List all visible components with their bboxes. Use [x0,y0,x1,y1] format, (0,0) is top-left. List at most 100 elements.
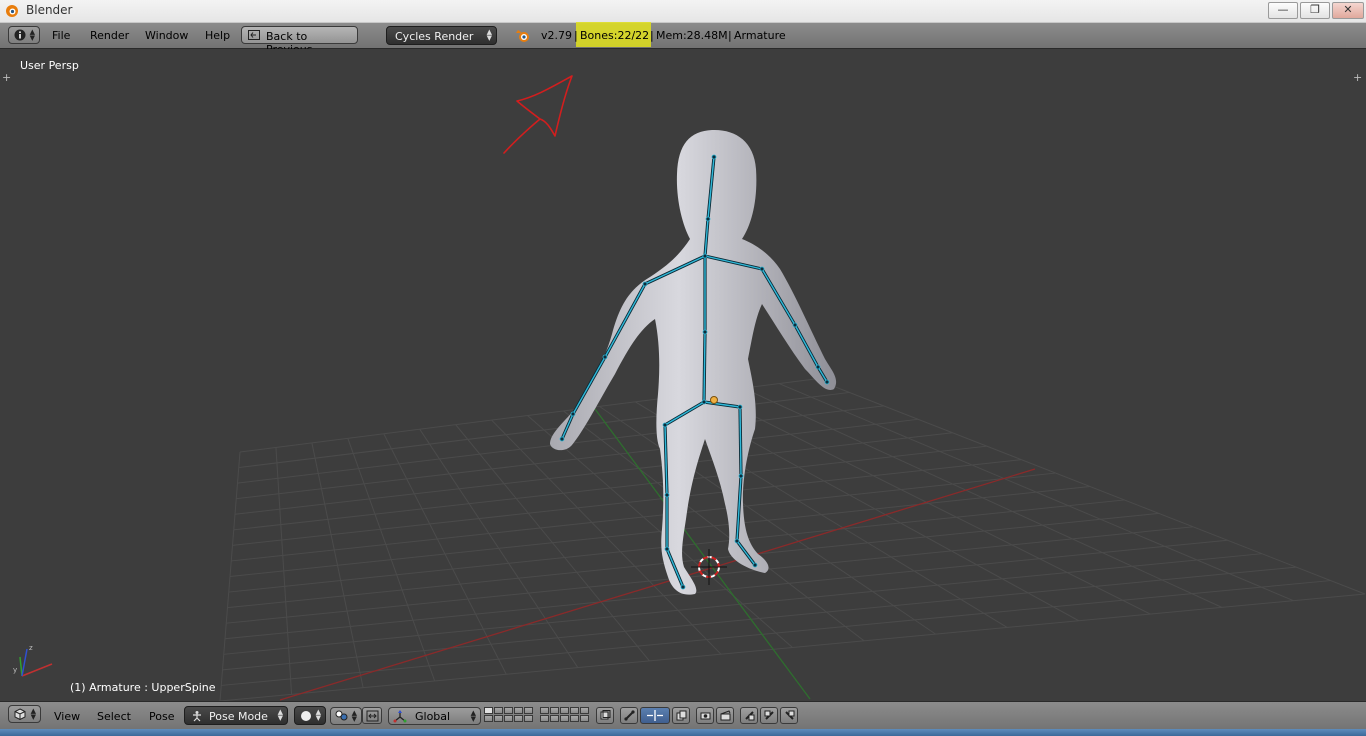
bone-joint[interactable] [559,436,565,442]
menu-render[interactable]: Render [90,29,129,42]
layer-buttons-1[interactable] [484,707,534,724]
bone-joint[interactable] [662,422,668,428]
bone[interactable] [703,331,706,403]
render-engine-select[interactable]: Cycles Render ▲ ▼ [386,26,497,45]
os-taskbar [0,729,1366,736]
viewport-canvas[interactable]: z y [0,49,1366,701]
manipulator-toggle-button[interactable] [362,707,382,724]
character-mesh[interactable] [550,129,837,595]
opengl-render-animation-button[interactable] [716,707,734,724]
layer-button[interactable] [504,707,513,714]
lock-camera-layers-button[interactable] [596,707,614,724]
chevron-updown-icon: ▲ ▼ [486,28,492,42]
grid-line [222,566,1297,671]
menu-file[interactable]: File [52,29,70,42]
layer-button[interactable] [524,707,533,714]
editor-type-selector[interactable]: ▲ ▼ [8,705,41,723]
clapper-icon [720,710,731,721]
tool-shelf-toggle-icon[interactable]: + [2,71,11,84]
layer-button[interactable] [560,707,569,714]
menu-pose[interactable]: Pose [149,710,174,723]
pivot-icon [335,710,348,721]
mode-select[interactable]: Pose Mode ▲ ▼ [184,706,288,725]
x-ray-bones-button[interactable] [620,707,638,724]
layer-button[interactable] [580,715,589,722]
viewport-shading-select[interactable]: ▲ ▼ [294,706,326,725]
grid-line [778,383,1294,602]
transform-orientation-select[interactable]: Global ▲ ▼ [388,707,481,725]
layer-button[interactable] [560,715,569,722]
bone-joint[interactable] [680,584,686,590]
bone-joint[interactable] [705,216,711,222]
paste-pose-button[interactable] [760,707,778,724]
layer-button[interactable] [504,715,513,722]
bone-joint[interactable] [664,492,670,498]
info-icon [14,29,26,41]
chevron-updown-icon: ▲ ▼ [351,709,357,723]
layer-button[interactable] [550,715,559,722]
grid-line [224,539,1228,640]
paste-flipped-pose-button[interactable] [780,707,798,724]
blender-logo-icon [516,30,529,42]
bone[interactable] [739,406,742,477]
bone-joint[interactable] [570,411,576,417]
layer-button[interactable] [570,707,579,714]
orientation-value: Global [415,710,451,723]
bone-joint[interactable] [792,322,798,328]
bone-joint[interactable] [752,562,758,568]
layer-button[interactable] [484,707,493,714]
bone-joint[interactable] [702,253,708,259]
minimize-button[interactable]: — [1268,2,1298,19]
back-to-previous-button[interactable]: Back to Previous [241,26,358,56]
3d-viewport[interactable]: z y User Persp (1) Armature : UpperSpine… [0,49,1366,701]
bone-joint[interactable] [737,404,743,410]
bone-joint[interactable] [711,154,717,160]
layer-button[interactable] [494,715,503,722]
layer-button[interactable] [540,707,549,714]
bone-joint[interactable] [602,354,608,360]
bone-joint[interactable] [701,399,707,405]
menu-view[interactable]: View [54,710,80,723]
layer-button[interactable] [524,715,533,722]
layers-icon [600,710,611,720]
bone-joint[interactable] [664,546,670,552]
close-button[interactable]: ✕ [1332,2,1364,19]
bone-joint[interactable] [702,329,708,335]
editor-type-selector[interactable]: ▲ ▼ [8,26,40,44]
mode-value: Pose Mode [209,710,268,723]
chevron-updown-icon: ▲ ▼ [277,708,283,722]
menu-select[interactable]: Select [97,710,131,723]
bones-count: Bones:22/22 [580,29,650,42]
layer-buttons-2[interactable] [540,707,590,724]
copy-pose-button[interactable] [672,707,690,724]
bone-joint[interactable] [824,379,830,385]
pivot-point-select[interactable]: ▲ ▼ [330,707,362,725]
menu-help[interactable]: Help [205,29,230,42]
opengl-render-image-button[interactable] [696,707,714,724]
bone-joint[interactable] [759,266,765,272]
menu-window[interactable]: Window [145,29,188,42]
layer-button[interactable] [514,715,523,722]
red-arrow-annotation [503,75,573,154]
bone-joint[interactable] [738,473,744,479]
copy-icon [676,710,687,721]
properties-toggle-icon[interactable]: + [1353,71,1362,84]
layer-button[interactable] [550,707,559,714]
layer-button[interactable] [494,707,503,714]
layer-button[interactable] [540,715,549,722]
grid-line [219,593,1366,701]
grid-line [226,526,1194,624]
copy-pose-to-buffer-button[interactable] [740,707,758,724]
layer-button[interactable] [514,707,523,714]
layer-button[interactable] [484,715,493,722]
pose-mirror-button[interactable] [640,707,670,724]
chevron-updown-icon: ▲ ▼ [30,707,36,721]
layer-button[interactable] [580,707,589,714]
bone-joint[interactable] [815,364,821,370]
pose-copy-icon [745,711,755,721]
svg-text:y: y [13,666,17,674]
bone-joint[interactable] [642,281,648,287]
restore-button[interactable]: ❐ [1300,2,1330,19]
bone-joint[interactable] [734,538,740,544]
layer-button[interactable] [570,715,579,722]
